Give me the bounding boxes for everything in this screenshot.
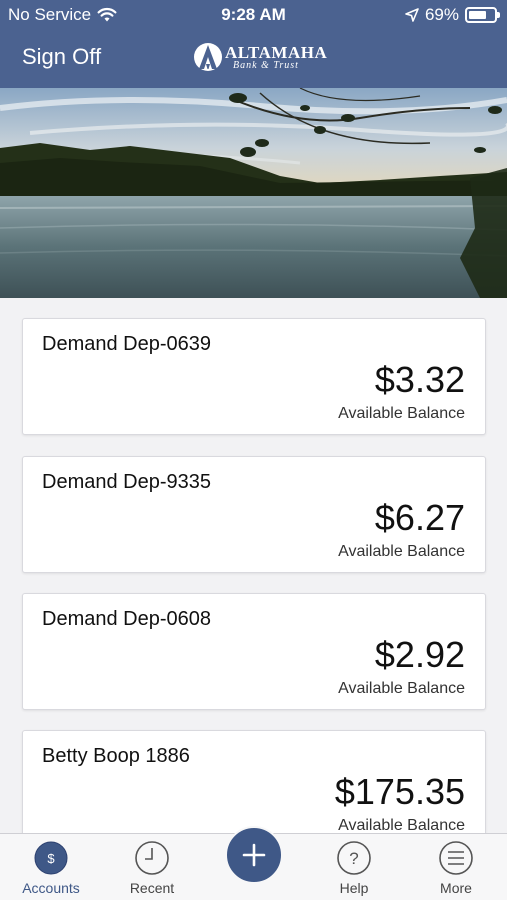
balance-label: Available Balance [338,543,465,560]
plus-icon [242,843,266,867]
top-bar: No Service 9:28 AM 69% Sign Off ALTAMAHA… [0,0,507,88]
river-landscape-image [0,88,507,298]
account-name: Demand Dep-0639 [42,333,211,355]
account-name: Demand Dep-9335 [42,471,211,493]
tab-label: More [440,880,472,896]
battery-percent: 69% [424,5,459,24]
account-list: Demand Dep-0639 $3.32 Available Balance … [0,298,507,833]
navigation-bar: Sign Off ALTAMAHA Bank & Trust [0,36,507,80]
battery-icon [465,7,500,23]
clock-icon [135,841,169,875]
account-card[interactable]: Demand Dep-9335 $6.27 Available Balance [22,456,486,573]
status-bar: No Service 9:28 AM 69% [0,0,507,30]
account-card[interactable]: Demand Dep-0639 $3.32 Available Balance [22,318,486,435]
account-balance: $3.32 [374,359,465,400]
account-balance: $175.35 [334,771,465,812]
question-circle-icon: ? [337,841,371,875]
tab-label: Help [339,880,369,896]
altamaha-logo-mark-icon [194,43,222,71]
balance-label: Available Balance [338,680,465,697]
tab-help[interactable]: ? Help [314,840,394,896]
account-card[interactable]: Demand Dep-0608 $2.92 Available Balance [22,593,486,710]
banner-image [0,88,507,298]
tab-more[interactable]: More [416,840,496,896]
bank-logo: ALTAMAHA Bank & Trust [193,40,327,74]
svg-text:$: $ [47,851,55,866]
account-balance: $6.27 [374,497,465,538]
account-balance: $2.92 [374,634,465,675]
logo-name: ALTAMAHA [225,42,328,62]
balance-label: Available Balance [338,405,465,422]
location-arrow-icon [405,8,419,22]
battery-fill [469,11,486,19]
logo-subtitle: Bank & Trust [233,59,299,71]
account-name: Demand Dep-0608 [42,608,211,630]
dollar-circle-icon: $ [34,841,68,875]
menu-lines-icon [439,841,473,875]
svg-text:?: ? [349,849,358,868]
tab-accounts[interactable]: $ Accounts [11,840,91,896]
tab-recent[interactable]: Recent [112,840,192,896]
add-button[interactable] [225,826,283,884]
balance-label: Available Balance [338,817,465,833]
sign-off-button[interactable]: Sign Off [22,44,101,70]
tab-label: Accounts [22,880,80,896]
account-card[interactable]: Betty Boop 1886 $175.35 Available Balanc… [22,730,486,833]
tab-label: Recent [129,880,175,896]
account-name: Betty Boop 1886 [42,745,190,767]
